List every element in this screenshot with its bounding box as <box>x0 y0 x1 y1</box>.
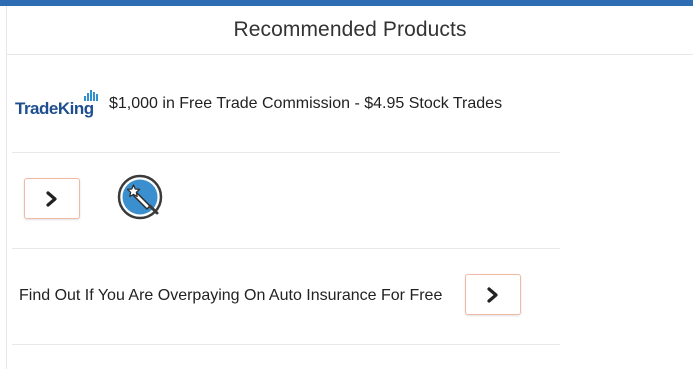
section-header: Recommended Products <box>7 6 693 55</box>
left-divider <box>6 6 7 369</box>
bar-chart-icon <box>84 90 98 101</box>
product-offer-text[interactable]: $1,000 in Free Trade Commission - $4.95 … <box>109 95 502 113</box>
chevron-right-icon <box>46 190 57 207</box>
magic-wand-icon[interactable] <box>117 174 165 222</box>
section-title: Recommended Products <box>233 18 467 41</box>
product-row-2 <box>12 153 560 249</box>
product-offer-text[interactable]: Find Out If You Are Overpaying On Auto I… <box>19 287 442 305</box>
product-row-tradeking[interactable]: TradeKing $1,000 in Free Trade Commissio… <box>12 55 560 153</box>
tradeking-logo-text: TradeKing <box>15 99 94 118</box>
open-product-button[interactable] <box>465 274 521 315</box>
tradeking-logo: TradeKing <box>15 90 101 123</box>
product-row-auto-insurance: Find Out If You Are Overpaying On Auto I… <box>12 249 560 345</box>
chevron-right-icon <box>487 286 498 303</box>
open-product-button[interactable] <box>24 178 80 219</box>
